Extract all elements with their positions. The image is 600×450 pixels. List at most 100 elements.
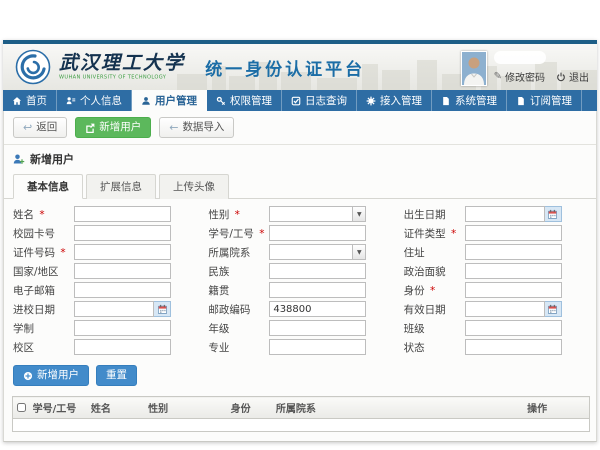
- user-area: ✎ 修改密码 退出: [461, 51, 589, 86]
- nav-item-label: 系统管理: [455, 93, 497, 108]
- campus-input[interactable]: [74, 339, 171, 355]
- form-actions: 新增用户 重置: [4, 360, 596, 395]
- tab-extended-info[interactable]: 扩展信息: [86, 174, 156, 199]
- identity-input[interactable]: [465, 282, 562, 298]
- political-status-input[interactable]: [465, 263, 562, 279]
- data-import-button[interactable]: ← 数据导入: [159, 117, 234, 138]
- calendar-icon[interactable]: [545, 301, 562, 317]
- field-label: 电子邮箱: [13, 283, 70, 298]
- status-input[interactable]: [465, 339, 562, 355]
- calendar-icon[interactable]: [545, 206, 562, 222]
- add-user-icon: [13, 153, 25, 165]
- form-field-campus-card-no: 校园卡号: [13, 225, 196, 241]
- required-asterisk: *: [451, 228, 456, 240]
- nav-item-permission-management[interactable]: 权限管理: [207, 90, 282, 111]
- reset-button[interactable]: 重置: [96, 365, 137, 386]
- form-field-id-number: 证件号码 *: [13, 244, 196, 260]
- select-all-header-cell: [13, 397, 29, 419]
- email-input[interactable]: [74, 282, 171, 298]
- nav-item-user-management[interactable]: 用户管理: [132, 90, 207, 111]
- nav-item-system-management[interactable]: 系统管理: [432, 90, 507, 111]
- id-number-input[interactable]: [74, 244, 171, 260]
- select-all-checkbox[interactable]: [17, 403, 26, 412]
- field-label: 性别 *: [208, 207, 265, 222]
- form-field-political-status: 政治面貌: [404, 263, 587, 279]
- nav-item-label: 权限管理: [230, 93, 272, 108]
- field-label: 政治面貌: [404, 264, 461, 279]
- address-input[interactable]: [465, 244, 562, 260]
- user-avatar[interactable]: [461, 51, 487, 86]
- department-input[interactable]: [269, 244, 353, 260]
- logout-link[interactable]: 退出: [556, 69, 589, 84]
- class-input[interactable]: [465, 320, 562, 336]
- study-length-input[interactable]: [74, 320, 171, 336]
- student-staff-id-input[interactable]: [269, 225, 366, 241]
- chevron-down-icon[interactable]: ▼: [353, 244, 366, 260]
- native-place-input[interactable]: [269, 282, 366, 298]
- form-field-name: 姓名 *: [13, 206, 196, 222]
- nav-item-profile[interactable]: 个人信息: [57, 90, 132, 111]
- field-label: 有效日期: [404, 302, 461, 317]
- field-label: 校区: [13, 340, 70, 355]
- name-input[interactable]: [74, 206, 171, 222]
- form-grid: 姓名 * 性别 * ▼ 出生日期校园卡号 学号/工号 * 证件类型 * 证件号码 * 所属院系…: [4, 199, 596, 360]
- username-redacted: [494, 51, 546, 64]
- document-icon: [441, 96, 451, 106]
- result-table-header-row: 学号/工号姓名性别身份所属院系操作: [13, 397, 590, 419]
- valid-date-input[interactable]: [465, 301, 545, 317]
- grade-input[interactable]: [269, 320, 366, 336]
- form-field-class: 班级: [404, 320, 587, 336]
- field-label: 身份 *: [404, 283, 461, 298]
- back-button-label: 返回: [36, 121, 57, 134]
- id-type-input[interactable]: [465, 225, 562, 241]
- column-header: 性别: [144, 397, 226, 419]
- log-check-icon: [291, 96, 301, 106]
- field-label: 年级: [208, 321, 265, 336]
- birth-date-input[interactable]: [465, 206, 545, 222]
- key-icon: [216, 96, 226, 106]
- campus-card-no-input[interactable]: [74, 225, 171, 241]
- import-arrow-icon: ←: [169, 122, 178, 133]
- postal-code-input[interactable]: [269, 301, 366, 317]
- document-icon: [516, 96, 526, 106]
- add-user-toolbar-button[interactable]: 新增用户: [75, 117, 151, 138]
- field-label: 住址: [404, 245, 461, 260]
- form-field-birth-date: 出生日期: [404, 206, 587, 222]
- field-label: 专业: [208, 340, 265, 355]
- form-field-campus: 校区: [13, 339, 196, 355]
- required-asterisk: *: [60, 247, 65, 259]
- data-import-label: 数据导入: [182, 121, 224, 134]
- tab-basic-info[interactable]: 基本信息: [13, 174, 83, 199]
- nav-item-home[interactable]: 首页: [3, 90, 57, 111]
- gender-input[interactable]: [269, 206, 353, 222]
- column-header: 学号/工号: [29, 397, 87, 419]
- form-field-address: 住址: [404, 244, 587, 260]
- nav-item-access-management[interactable]: 接入管理: [357, 90, 432, 111]
- submit-add-user-button[interactable]: 新增用户: [13, 365, 89, 386]
- form-field-email: 电子邮箱: [13, 282, 196, 298]
- ethnicity-input[interactable]: [269, 263, 366, 279]
- nav-item-log-query[interactable]: 日志查询: [282, 90, 357, 111]
- field-label: 校园卡号: [13, 226, 70, 241]
- tab-upload-avatar[interactable]: 上传头像: [159, 174, 229, 199]
- back-button[interactable]: ↩ 返回: [13, 117, 67, 138]
- change-password-link[interactable]: ✎ 修改密码: [494, 69, 545, 84]
- calendar-icon[interactable]: [154, 301, 171, 317]
- major-input[interactable]: [269, 339, 366, 355]
- home-icon: [12, 96, 22, 106]
- nav-item-label: 订阅管理: [530, 93, 572, 108]
- country-region-input[interactable]: [74, 263, 171, 279]
- form-field-department: 所属院系▼: [208, 244, 391, 260]
- required-asterisk: *: [259, 228, 264, 240]
- column-header: 操作: [523, 397, 589, 419]
- column-header: 身份: [227, 397, 272, 419]
- field-label: 姓名 *: [13, 207, 70, 222]
- field-label: 学号/工号 *: [208, 226, 265, 241]
- platform-title: 统一身份认证平台: [205, 55, 365, 80]
- nav-item-subscription-management[interactable]: 订阅管理: [507, 90, 582, 111]
- enrollment-date-input[interactable]: [74, 301, 154, 317]
- column-header: 姓名: [87, 397, 144, 419]
- chevron-down-icon[interactable]: ▼: [353, 206, 366, 222]
- field-label: 证件类型 *: [404, 226, 461, 241]
- main-nav: 首页个人信息用户管理 权限管理日志查询接入管理 系统管理 订阅管理: [3, 90, 597, 111]
